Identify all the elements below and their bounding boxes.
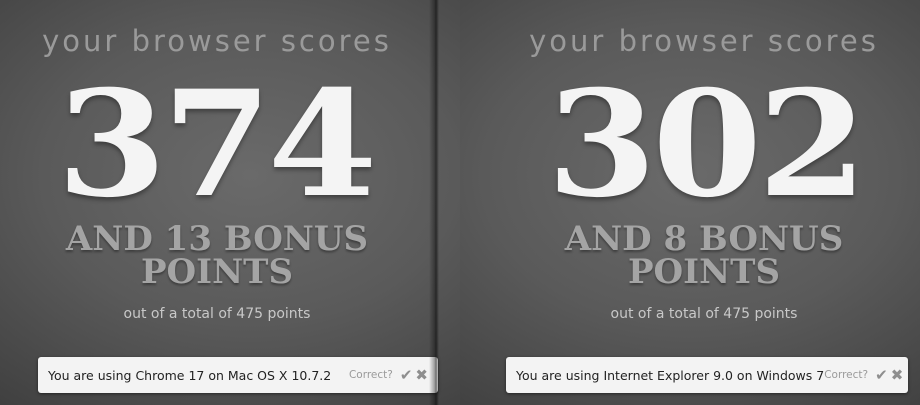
correct-prompt: Correct? <box>348 369 393 381</box>
browser-detection-bar: You are using Internet Explorer 9.0 on W… <box>506 357 908 393</box>
total-points: out of a total of 475 points <box>123 306 311 322</box>
score-heading: your browser scores <box>529 24 879 58</box>
score-panel-ie: your browser scores 302 AND 8 BONUS POIN… <box>460 0 920 405</box>
bonus-line: POINTS <box>140 252 294 292</box>
close-icon[interactable]: ✖ <box>891 367 904 383</box>
correct-prompt: Correct? <box>824 369 869 381</box>
browser-detection-text: You are using Chrome 17 on Mac OS X 10.7… <box>48 367 332 383</box>
bonus-points: AND 8 BONUS POINTS <box>474 222 920 292</box>
score-heading: your browser scores <box>42 24 392 58</box>
checkmark-icon[interactable]: ✔ <box>875 367 888 383</box>
score-value: 302 <box>546 59 868 230</box>
score-panel-chrome: your browser scores 374 AND 13 BONUS POI… <box>0 0 460 405</box>
close-icon[interactable]: ✖ <box>415 367 428 383</box>
browser-detection-bar: You are using Chrome 17 on Mac OS X 10.7… <box>38 357 438 393</box>
bonus-line: POINTS <box>627 252 781 292</box>
total-points: out of a total of 475 points <box>610 306 798 322</box>
browser-detection-text: You are using Internet Explorer 9.0 on W… <box>516 367 825 383</box>
comparison-stage: your browser scores 374 AND 13 BONUS POI… <box>0 0 920 405</box>
bonus-points: AND 13 BONUS POINTS <box>0 222 447 292</box>
checkmark-icon[interactable]: ✔ <box>400 367 413 383</box>
score-value: 374 <box>56 59 378 230</box>
